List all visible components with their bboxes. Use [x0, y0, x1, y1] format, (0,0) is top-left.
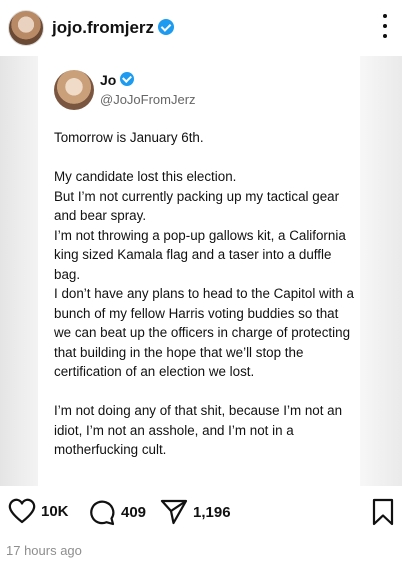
heart-icon: [8, 498, 36, 524]
tweet-text: Tomorrow is January 6th. My candidate lo…: [54, 128, 354, 479]
username[interactable]: jojo.fromjerz: [52, 18, 154, 38]
send-icon: [160, 499, 188, 525]
comment-icon: [90, 500, 115, 526]
share-button[interactable]: 1,196: [160, 498, 231, 526]
bookmark-icon: [372, 498, 394, 526]
comment-button[interactable]: 409: [88, 498, 146, 526]
tweet-verified-icon: [120, 72, 134, 86]
tweet-card: Jo @JoJoFromJerz Tomorrow is January 6th…: [38, 56, 360, 486]
tweet-paragraph: Tomorrow is January 6th.: [54, 130, 204, 145]
tweet-avatar: [54, 70, 94, 110]
tweet-paragraph: My candidate lost this election. But I’m…: [54, 169, 355, 379]
tweet-paragraph: I’m not doing any of that shit, because …: [54, 403, 343, 457]
post-image[interactable]: Jo @JoJoFromJerz Tomorrow is January 6th…: [0, 56, 402, 486]
tweet-author-name: Jo: [100, 72, 117, 88]
like-button[interactable]: 10K: [8, 498, 69, 524]
like-count: 10K: [41, 502, 69, 520]
post-timestamp: 17 hours ago: [6, 543, 82, 558]
action-bar: 10K 409 1,196: [0, 494, 402, 534]
avatar[interactable]: [8, 10, 44, 46]
save-button[interactable]: [372, 498, 394, 526]
post-header: jojo.fromjerz: [0, 0, 402, 56]
comment-count: 409: [121, 503, 147, 521]
tweet-handle: @JoJoFromJerz: [100, 92, 196, 107]
verified-badge-icon: [158, 19, 174, 35]
share-count: 1,196: [193, 503, 231, 521]
more-options-icon[interactable]: [382, 14, 388, 38]
